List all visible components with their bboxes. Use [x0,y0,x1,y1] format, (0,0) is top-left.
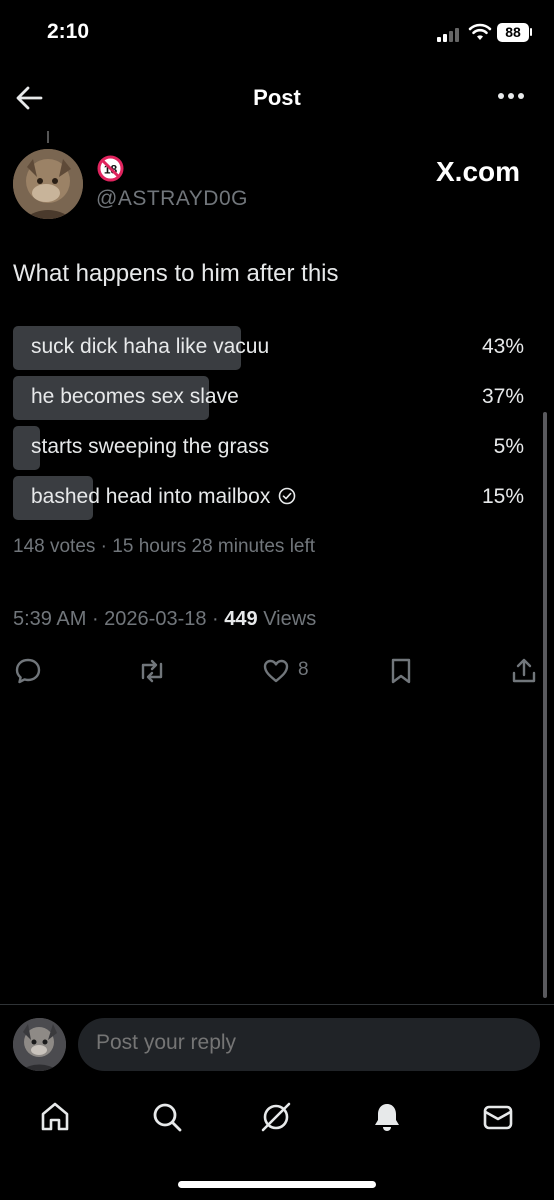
source-label: X.com [436,156,521,187]
poll-option[interactable]: bashed head into mailbox 15% [13,476,524,520]
grok-icon[interactable] [259,1100,293,1134]
check-circle-icon [279,487,296,505]
divider [0,1004,554,1005]
views-count: 449 [224,608,258,630]
scrollbar[interactable] [543,412,547,998]
home-indicator [178,1181,376,1188]
views-label: Views [263,608,317,630]
battery-indicator: 88 [497,23,529,42]
search-icon[interactable] [150,1100,184,1134]
poll-option-label: bashed head into mailbox [31,485,271,508]
avatar[interactable] [13,1018,66,1071]
post-meta: 5:39 AM · 2026-03-18 · 449 Views [13,608,317,630]
poll-option-label: suck dick haha like vacuu [31,335,270,358]
poll-option[interactable]: starts sweeping the grass 5% [13,426,524,470]
poll-option-label: he becomes sex slave [31,385,239,408]
poll-option[interactable]: suck dick haha like vacuu 43% [13,326,524,370]
poll-option-label-wrap: bashed head into mailbox [31,485,296,509]
bookmark-icon[interactable] [386,656,416,686]
poll-option-label: starts sweeping the grass [31,435,270,458]
poll-option-percent: 43% [481,335,524,358]
heart-icon[interactable] [261,656,291,686]
home-icon[interactable] [38,1100,72,1134]
post-text: What happens to him after this [13,260,339,287]
repost-icon[interactable] [137,656,167,686]
post-time[interactable]: 5:39 AM [13,608,86,630]
page-title: Post [253,85,301,110]
post-date[interactable]: 2026-03-18 [104,608,206,630]
avatar[interactable] [13,149,83,219]
poll-summary: 148 votes · 15 hours 28 minutes left [13,536,316,557]
status-time: 2:10 [47,20,90,43]
age-restriction-icon: 18 [97,155,124,182]
author-handle[interactable]: @ASTRAYD0G [96,187,248,211]
like-count: 8 [298,659,309,680]
notifications-icon[interactable] [370,1100,404,1134]
reply-field[interactable] [78,1018,540,1071]
wifi-icon [468,23,492,40]
messages-icon[interactable] [481,1100,515,1134]
poll-option-percent: 37% [481,385,524,408]
thread-line [47,131,49,143]
reply-input[interactable] [96,1031,516,1055]
poll-option[interactable]: he becomes sex slave 37% [13,376,524,420]
cellular-signal-icon [437,26,463,42]
reply-icon[interactable] [13,656,43,686]
poll-option-percent: 15% [481,485,524,508]
share-icon[interactable] [509,656,539,686]
poll-option-percent: 5% [493,435,524,458]
more-icon[interactable] [498,92,526,102]
battery-nub [530,28,532,36]
